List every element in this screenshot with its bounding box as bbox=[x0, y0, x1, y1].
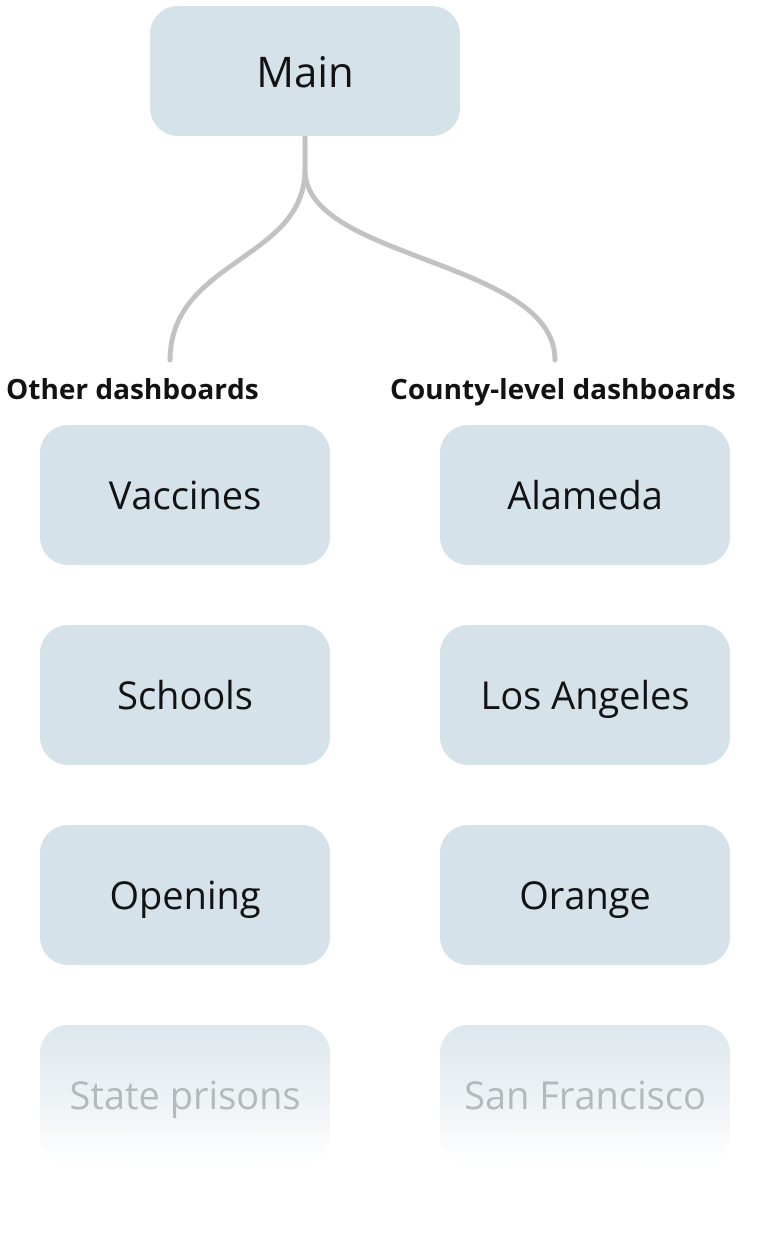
node-san-francisco[interactable]: San Francisco bbox=[440, 1025, 730, 1165]
root-label: Main bbox=[256, 43, 353, 100]
root-node-main[interactable]: Main bbox=[150, 6, 460, 136]
node-label: Los Angeles bbox=[480, 669, 689, 721]
node-label: San Francisco bbox=[464, 1069, 706, 1121]
node-state-prisons[interactable]: State prisons bbox=[40, 1025, 330, 1165]
node-schools[interactable]: Schools bbox=[40, 625, 330, 765]
node-label: Alameda bbox=[507, 469, 663, 521]
node-los-angeles[interactable]: Los Angeles bbox=[440, 625, 730, 765]
column-header-other: Other dashboards bbox=[6, 370, 259, 408]
node-opening[interactable]: Opening bbox=[40, 825, 330, 965]
node-alameda[interactable]: Alameda bbox=[440, 425, 730, 565]
column-header-county: County-level dashboards bbox=[390, 370, 736, 408]
node-label: Orange bbox=[519, 869, 650, 921]
node-label: Vaccines bbox=[109, 469, 262, 521]
node-orange[interactable]: Orange bbox=[440, 825, 730, 965]
node-vaccines[interactable]: Vaccines bbox=[40, 425, 330, 565]
node-label: State prisons bbox=[69, 1069, 300, 1121]
node-label: Opening bbox=[110, 869, 261, 921]
node-label: Schools bbox=[117, 669, 253, 721]
